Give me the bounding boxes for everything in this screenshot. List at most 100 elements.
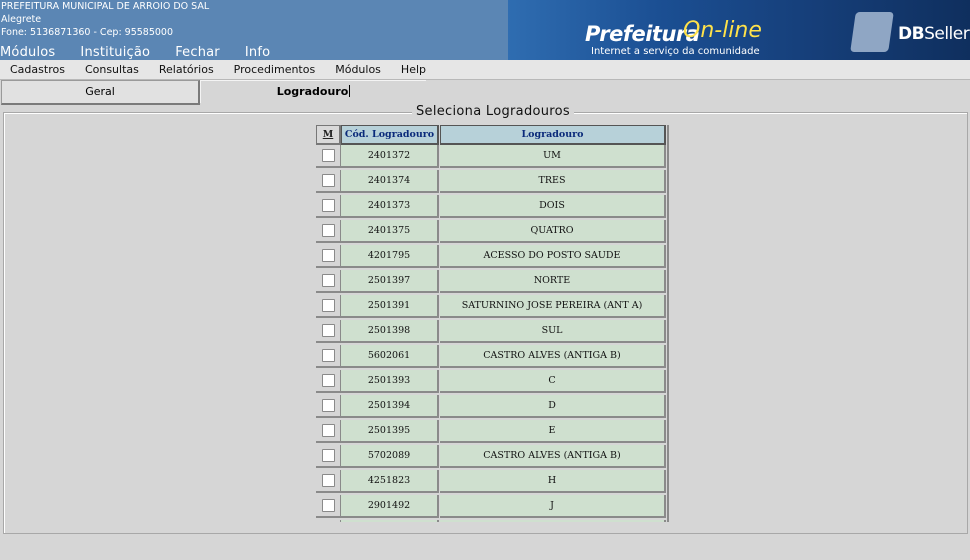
table-row[interactable]: 2901492 J: [315, 495, 667, 520]
code-cell: 2901492: [341, 495, 439, 518]
mark-cell: [316, 495, 342, 518]
row-checkbox[interactable]: [322, 274, 335, 287]
code-cell: 4251823: [341, 470, 439, 493]
code-cell: 5602061: [341, 345, 439, 368]
code-cell: 2501395: [341, 420, 439, 443]
prefeitura-online-banner: Prefeitura On-line Internet a serviço da…: [508, 0, 808, 60]
top-menu-modulos[interactable]: Módulos: [0, 45, 55, 60]
name-cell: SATURNINO JOSE PEREIRA (ANT A): [440, 295, 666, 318]
mark-cell: [316, 345, 342, 368]
code-cell: 2501397: [341, 270, 439, 293]
vendor-name: DBSeller: [898, 24, 970, 44]
row-checkbox[interactable]: [322, 299, 335, 312]
code-cell: 2401374: [341, 170, 439, 193]
table-row[interactable]: 2501395 E: [315, 420, 667, 445]
code-cell: 2501398: [341, 320, 439, 343]
menu-consultas[interactable]: Consultas: [75, 60, 149, 79]
city-name: Alegrete: [1, 14, 42, 25]
menu-help[interactable]: Help: [391, 60, 436, 79]
mark-cell: [316, 170, 342, 193]
code-cell: 5702089: [341, 445, 439, 468]
header-name: Logradouro: [440, 125, 666, 145]
row-checkbox[interactable]: [322, 374, 335, 387]
table-row[interactable]: 2501391 SATURNINO JOSE PEREIRA (ANT A): [315, 295, 667, 320]
name-cell: [440, 520, 666, 522]
row-checkbox[interactable]: [322, 324, 335, 337]
mark-cell: [316, 520, 342, 522]
table-row[interactable]: 5702089 CASTRO ALVES (ANTIGA B): [315, 445, 667, 470]
mark-cell: [316, 195, 342, 218]
table-row[interactable]: 2501393 C: [315, 370, 667, 395]
name-cell: DOIS: [440, 195, 666, 218]
name-cell: C: [440, 370, 666, 393]
row-checkbox[interactable]: [322, 499, 335, 512]
grid-header: M Cód. Logradouro Logradouro: [315, 125, 667, 145]
mark-cell: [316, 245, 342, 268]
mark-cell: [316, 470, 342, 493]
table-row[interactable]: [315, 520, 667, 522]
code-cell: 2501393: [341, 370, 439, 393]
table-row[interactable]: 4251823 H: [315, 470, 667, 495]
mark-cell: [316, 420, 342, 443]
row-checkbox[interactable]: [322, 224, 335, 237]
row-checkbox[interactable]: [322, 199, 335, 212]
grid-rows: 2401372 UM 2401374 TRES 2401373 DOIS 2401375 QU…: [315, 145, 667, 522]
mark-cell: [316, 145, 342, 168]
app-header: PREFEITURA MUNICIPAL DE ARROIO DO SAL Al…: [0, 0, 970, 60]
row-checkbox[interactable]: [322, 399, 335, 412]
name-cell: J: [440, 495, 666, 518]
row-checkbox[interactable]: [322, 424, 335, 437]
table-row[interactable]: 2401374 TRES: [315, 170, 667, 195]
header-code: Cód. Logradouro: [341, 125, 439, 145]
row-checkbox[interactable]: [322, 149, 335, 162]
top-menu-instituicao[interactable]: Instituição: [80, 45, 150, 60]
table-row[interactable]: 2501394 D: [315, 395, 667, 420]
row-checkbox[interactable]: [322, 174, 335, 187]
contact-info: Fone: 5136871360 - Cep: 95585000: [1, 27, 174, 38]
menu-modulos[interactable]: Módulos: [325, 60, 391, 79]
code-cell: 2401372: [341, 145, 439, 168]
banner-tagline: Internet a serviço da comunidade: [591, 46, 760, 57]
menu-cadastros[interactable]: Cadastros: [0, 60, 75, 79]
top-menu-info[interactable]: Info: [245, 45, 270, 60]
table-row[interactable]: 2401375 QUATRO: [315, 220, 667, 245]
text-cursor: [349, 85, 351, 97]
table-row[interactable]: 2401373 DOIS: [315, 195, 667, 220]
header-mark-all[interactable]: M: [316, 125, 341, 145]
top-menu-fechar[interactable]: Fechar: [175, 45, 220, 60]
table-row[interactable]: 4201795 ACESSO DO POSTO SAUDE: [315, 245, 667, 270]
menu-relatorios[interactable]: Relatórios: [149, 60, 224, 79]
code-cell: [341, 520, 439, 522]
name-cell: SUL: [440, 320, 666, 343]
table-row[interactable]: 5602061 CASTRO ALVES (ANTIGA B): [315, 345, 667, 370]
table-row[interactable]: 2501397 NORTE: [315, 270, 667, 295]
code-cell: 4201795: [341, 245, 439, 268]
name-cell: CASTRO ALVES (ANTIGA B): [440, 345, 666, 368]
mark-cell: [316, 445, 342, 468]
name-cell: UM: [440, 145, 666, 168]
logradouro-grid: M Cód. Logradouro Logradouro 2401372 UM 24…: [315, 125, 669, 522]
row-checkbox[interactable]: [322, 449, 335, 462]
name-cell: H: [440, 470, 666, 493]
row-checkbox[interactable]: [322, 349, 335, 362]
mark-cell: [316, 295, 342, 318]
tab-logradouro[interactable]: Logradouro: [200, 80, 426, 103]
tab-bar: Geral Logradouro: [0, 80, 970, 105]
tab-geral[interactable]: Geral: [1, 80, 200, 105]
name-cell: CASTRO ALVES (ANTIGA B): [440, 445, 666, 468]
dbseller-logo-icon: [850, 12, 894, 52]
top-menu: Módulos Instituição Fechar Info: [0, 45, 295, 60]
banner-brand-right: On-line: [683, 18, 762, 43]
mark-cell: [316, 370, 342, 393]
mark-cell: [316, 395, 342, 418]
menu-procedimentos[interactable]: Procedimentos: [224, 60, 326, 79]
name-cell: NORTE: [440, 270, 666, 293]
code-cell: 2401375: [341, 220, 439, 243]
org-name: PREFEITURA MUNICIPAL DE ARROIO DO SAL: [1, 1, 210, 12]
row-checkbox[interactable]: [322, 474, 335, 487]
row-checkbox[interactable]: [322, 249, 335, 262]
name-cell: E: [440, 420, 666, 443]
table-row[interactable]: 2501398 SUL: [315, 320, 667, 345]
table-row[interactable]: 2401372 UM: [315, 145, 667, 170]
name-cell: TRES: [440, 170, 666, 193]
